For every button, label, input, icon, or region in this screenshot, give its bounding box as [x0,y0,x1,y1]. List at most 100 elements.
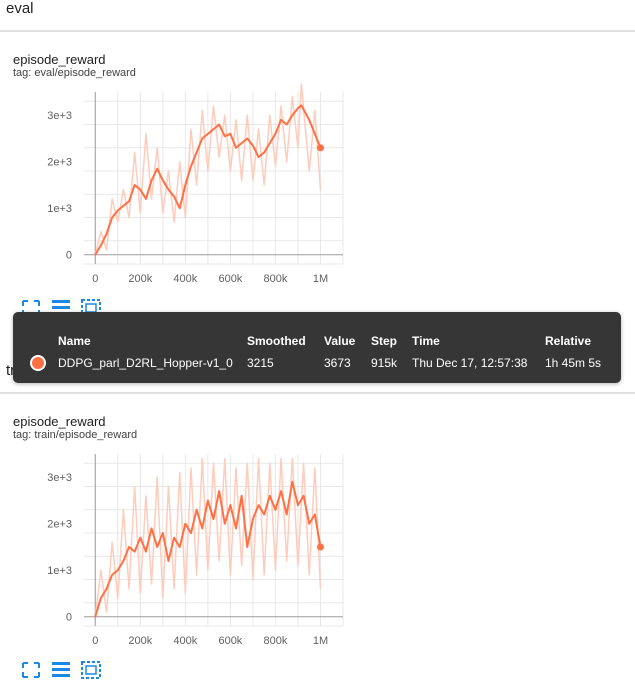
y-tick-label: 0 [66,250,72,262]
data-point [207,499,209,502]
data-point [314,513,316,516]
last-point-marker [316,144,324,152]
data-point [246,137,249,140]
section-header-eval[interactable]: eval [0,0,635,32]
x-tick-label: 400k [173,635,197,647]
x-tick-label: 800k [264,273,288,285]
data-point [162,532,164,534]
data-point [201,137,204,140]
data-point [178,207,181,210]
data-point [150,527,153,530]
tooltip-value: 3673 [324,356,351,370]
data-point [218,123,220,126]
data-point [139,188,142,191]
x-tick-label: 200k [128,273,152,285]
data-point [122,205,125,207]
tooltip-step: 915k [371,356,398,370]
data-point [280,490,282,492]
data-point [105,588,108,590]
data-point [111,216,113,219]
data-point [178,546,181,548]
x-tick-label: 600k [218,635,242,647]
data-point [235,146,237,149]
data-point [246,546,249,548]
data-point [190,532,192,534]
data-point [156,167,158,170]
line-chart[interactable]: 0 200k 400k 600k 800k 1M 0 1e+3 2e+3 3e+3 [0,52,635,302]
x-tick-label: 1M [313,635,328,647]
data-point [190,165,192,168]
tooltip-relative: 1h 45m 5s [545,356,602,370]
hover-tooltip: Name Smoothed Value Step Time Relative D… [13,312,621,383]
data-point [218,490,220,492]
data-point [285,513,288,516]
data-point [229,504,232,506]
x-tick-label: 0 [92,273,98,285]
scalar-card-train: episode_reward tag: train/episode_reward… [0,414,635,684]
y-tick-label: 2e+3 [47,519,72,531]
data-point [235,527,237,530]
data-point [133,550,136,553]
data-point [128,546,130,548]
data-point [291,481,294,483]
data-point [229,133,232,135]
line-chart[interactable]: 0 200k 400k 600k 800k 1M 0 1e+3 2e+3 3e+3 [0,414,635,664]
data-point [94,253,97,256]
fit-domain-icon[interactable] [20,660,42,680]
data-point [263,513,265,516]
x-tick-label: 200k [128,635,152,647]
x-tick-label: 1M [313,273,328,285]
scalar-card-eval: episode_reward tag: eval/episode_reward … [0,52,635,322]
y-tick-label: 1e+3 [47,203,72,215]
data-point [257,156,260,158]
x-tick-label: 400k [173,273,197,285]
data-point [156,546,158,548]
data-point [257,504,260,506]
data-point [122,560,125,562]
data-point [212,518,215,520]
data-point [150,179,153,182]
data-point [184,522,187,525]
series-color-dot [30,355,46,371]
data-point [223,522,226,525]
data-point [240,495,243,497]
x-tick-label: 800k [264,635,288,647]
data-point [269,495,271,497]
data-point [308,522,311,525]
y-tick-label: 3e+3 [47,472,72,484]
data-point [162,179,164,182]
tooltip-header-smoothed: Smoothed [247,334,306,348]
data-point [269,142,271,144]
data-point [195,151,198,154]
data-point [240,142,243,144]
data-point [207,133,209,135]
data-point [285,123,288,126]
data-point [139,536,142,539]
data-point [223,135,226,137]
toggle-log-icon[interactable] [50,660,72,680]
data-point [297,504,299,506]
data-point [100,597,102,599]
section-label: eval [6,0,34,17]
data-point [145,198,147,200]
data-point [167,560,170,562]
data-point [297,107,299,110]
data-point [94,615,97,618]
x-tick-label: 600k [218,273,242,285]
data-point [184,184,187,186]
data-point [300,104,303,107]
tooltip-header-step: Step [371,334,398,348]
data-point [116,209,119,212]
data-point [212,128,215,130]
data-point [173,536,175,539]
data-point [105,232,108,235]
y-tick-label: 3e+3 [47,110,72,122]
tooltip-header-value: Value [324,334,356,348]
tooltip-header-time: Time [412,334,440,348]
tooltip-header-name: Name [58,334,91,348]
data-point [167,188,170,191]
download-icon[interactable] [80,660,102,680]
data-point [145,550,147,553]
data-point [201,527,204,530]
data-point [111,574,113,576]
